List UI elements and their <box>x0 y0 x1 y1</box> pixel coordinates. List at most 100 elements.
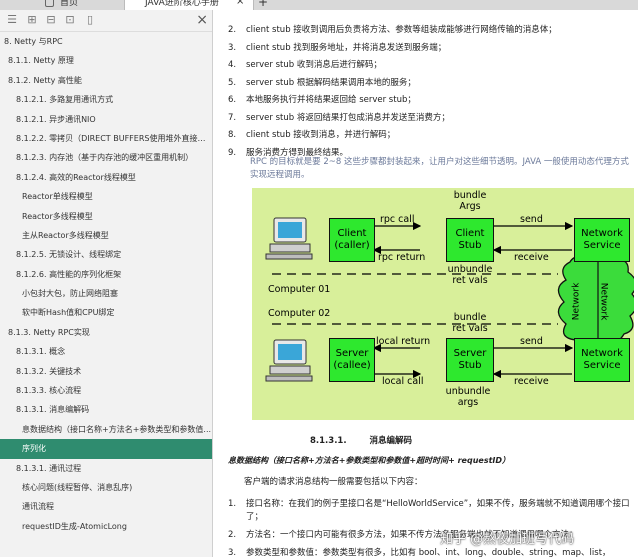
computer02-label: Computer 02 <box>268 308 331 319</box>
document-page: 2. client stub 接收到调用后负责将方法、参数等组装成能够进行网络传输… <box>214 10 638 557</box>
bookmark-add-icon[interactable]: ⊡ <box>64 14 76 26</box>
item-number: 2. <box>228 530 237 540</box>
bundle-ret-label: bundle ret vals <box>452 312 488 334</box>
outline-item[interactable]: 8. Netty 与RPC <box>0 32 212 51</box>
rpc-call-label: rpc call <box>380 214 415 225</box>
close-tab-icon[interactable]: × <box>236 0 244 7</box>
step-item: 6. 本地服务执行并将结果返回给 server stub； <box>228 92 557 110</box>
rpc-diagram: Client (caller) Client Stub Network Service… <box>252 188 634 420</box>
tab-document[interactable]: JAVA进阶核心手册 <box>124 0 254 10</box>
outline-list: 8. Netty 与RPC 8.1.1. Netty 原理 8.1.2. Netty… <box>0 32 212 536</box>
section-number: 8.1.3.1. <box>310 436 347 446</box>
outline-item[interactable]: 软中断Hash值和CPU绑定 <box>0 303 212 322</box>
new-tab-icon[interactable]: + <box>258 0 268 9</box>
step-text: server stub 收到消息后进行解码； <box>246 60 382 70</box>
step-number: 7. <box>228 112 237 123</box>
step-item: 3. client stub 找到服务地址，并将消息发送到服务端； <box>228 40 557 58</box>
unbundle-ret-label: unbundle ret vals <box>447 264 493 286</box>
step-number: 3. <box>228 42 237 53</box>
client-stub-box: Client Stub <box>446 218 494 262</box>
step-item: 2. client stub 接收到调用后负责将方法、参数等组装成能够进行网络传输… <box>228 22 557 40</box>
bookmark-icon[interactable]: ▯ <box>84 14 96 26</box>
local-return-label: local return <box>376 336 431 347</box>
outline-item[interactable]: 8.1.2.3. 内存池（基于内存池的缓冲区重用机制） <box>0 148 212 167</box>
message-item: 1. 接口名称：在我们的例子里接口名是“HelloWorldService”，如果… <box>228 498 634 524</box>
watermark: 知乎 @熬夜加班写代码 <box>440 532 575 547</box>
network-service-bottom-box: Network Service <box>574 338 630 382</box>
outline-sidebar: ☰ ⊞ ⊟ ⊡ ▯ × 8. Netty 与RPC 8.1.1. Netty 原理… <box>0 10 213 557</box>
outline-item[interactable]: 8.1.2.1. 多路复用通讯方式 <box>0 90 212 109</box>
step-item: 5. server stub 根据解码结果调用本地的服务； <box>228 75 557 93</box>
section-title: 消息编解码 <box>369 436 413 446</box>
rpc-note: RPC 的目标就是要 2~8 这些步骤都封装起来，让用户对这些细节透明。JAVA… <box>250 157 629 180</box>
outline-item[interactable]: 8.1.3.1. 概念 <box>0 342 212 361</box>
send-top-label: send <box>520 214 543 225</box>
outline-item[interactable]: 8.1.3.1. 消息编解码 <box>0 400 212 419</box>
outline-item[interactable]: 8.1.3. Netty RPC实现 <box>0 323 212 342</box>
outline-item[interactable]: 8.1.1. Netty 原理 <box>0 51 212 70</box>
outline-item[interactable]: 小包封大包，防止网络阻塞 <box>0 284 212 303</box>
step-text: 本地服务执行并将结果返回给 server stub； <box>246 95 416 105</box>
network-left-label: Network <box>571 282 582 321</box>
receive-top-label: receive <box>514 252 549 263</box>
step-text: client stub 找到服务地址，并将消息发送到服务端； <box>246 42 447 53</box>
send-bottom-label: send <box>520 336 543 347</box>
close-sidebar-icon[interactable]: × <box>196 12 208 28</box>
outline-item[interactable]: requestID生成-AtomicLong <box>0 517 212 536</box>
step-item: 8. client stub 接收到消息，并进行解码； <box>228 127 557 145</box>
outline-item[interactable]: 8.1.3.3. 核心流程 <box>0 381 212 400</box>
computer01-label: Computer 01 <box>268 284 331 295</box>
receive-bottom-label: receive <box>514 376 549 387</box>
intro-text: 客户端的请求消息结构一般需要包括以下内容： <box>244 477 423 487</box>
outline-item[interactable]: 8.1.2.4. 高效的Reactor线程模型 <box>0 168 212 187</box>
sidebar-toolbar: ☰ ⊞ ⊟ ⊡ ▯ × <box>0 10 212 32</box>
expand-icon[interactable]: ⊞ <box>26 14 38 26</box>
tab-home[interactable]: 首页 <box>60 0 120 10</box>
outline-item[interactable]: 核心问题(线程暂停、消息乱序) <box>0 478 212 497</box>
outline-item[interactable]: 序列化 <box>0 439 212 459</box>
step-text: server stub 将返回结果打包成消息并发送至消费方； <box>246 112 450 123</box>
computer-icon-bottom <box>265 339 313 382</box>
outline-item[interactable]: 8.1.2. Netty 高性能 <box>0 71 212 90</box>
step-number: 4. <box>228 60 237 70</box>
outline-item[interactable]: 息数据结构（接口名称+方法名+参数类型和参数值... <box>0 420 212 439</box>
network-service-top-box: Network Service <box>574 218 630 262</box>
section-heading: 8.1.3.1. 消息编解码 <box>310 434 412 446</box>
client-box: Client (caller) <box>329 218 375 262</box>
step-text: server stub 根据解码结果调用本地的服务； <box>246 77 416 88</box>
step-item: 7. server stub 将返回结果打包成消息并发送至消费方； <box>228 110 557 128</box>
server-box: Server (callee) <box>329 338 375 382</box>
list-icon[interactable]: ☰ <box>6 14 18 26</box>
outline-item[interactable]: 8.1.3.2. 关键技术 <box>0 362 212 381</box>
local-call-label: local call <box>382 376 424 387</box>
home-icon[interactable] <box>45 0 54 7</box>
computer-icon-top <box>265 217 313 260</box>
item-text: 参数类型和参数值：参数类型有很多，比如有 bool、int、long、doubl… <box>246 548 611 557</box>
outline-item[interactable]: 8.1.2.6. 高性能的序列化框架 <box>0 265 212 284</box>
outline-item[interactable]: Reactor多线程模型 <box>0 207 212 226</box>
tab-bar: 首页 JAVA进阶核心手册 × + <box>0 0 638 10</box>
step-item: 4. server stub 收到消息后进行解码； <box>228 57 557 75</box>
outline-item[interactable]: 主从Reactor多线程模型 <box>0 226 212 245</box>
server-stub-box: Server Stub <box>446 338 494 382</box>
step-number: 8. <box>228 130 237 140</box>
message-item: 3. 参数类型和参数值：参数类型有很多，比如有 bool、int、long、dou… <box>228 547 634 557</box>
outline-item[interactable]: Reactor单线程模型 <box>0 187 212 206</box>
rpc-return-label: rpc return <box>378 252 426 263</box>
outline-item[interactable]: 通讯流程 <box>0 497 212 516</box>
rpc-steps-list: 2. client stub 接收到调用后负责将方法、参数等组装成能够进行网络传输… <box>228 22 557 162</box>
step-number: 9. <box>228 147 237 158</box>
step-number: 2. <box>228 25 237 35</box>
outline-item[interactable]: 8.1.3.1. 通讯过程 <box>0 459 212 478</box>
step-number: 5. <box>228 77 237 88</box>
collapse-icon[interactable]: ⊟ <box>45 14 57 26</box>
outline-item[interactable]: 8.1.2.5. 无锁设计、线程绑定 <box>0 245 212 264</box>
item-number: 1. <box>228 499 237 509</box>
message-schema: 息数据结构（接口名称+方法名+参数类型和参数值+超时时间+ requestID） <box>228 456 511 465</box>
outline-item[interactable]: 8.1.2.1. 异步通讯NIO <box>0 110 212 129</box>
step-number: 6. <box>228 95 237 105</box>
unbundle-args-label: unbundle args <box>445 386 491 408</box>
step-text: client stub 接收到调用后负责将方法、参数等组装成能够进行网络传输的消… <box>246 25 557 35</box>
outline-item[interactable]: 8.1.2.2. 零拷贝（DIRECT BUFFERS使用堆外直接内... <box>0 129 212 148</box>
bundle-args-label: bundle Args <box>453 190 487 212</box>
